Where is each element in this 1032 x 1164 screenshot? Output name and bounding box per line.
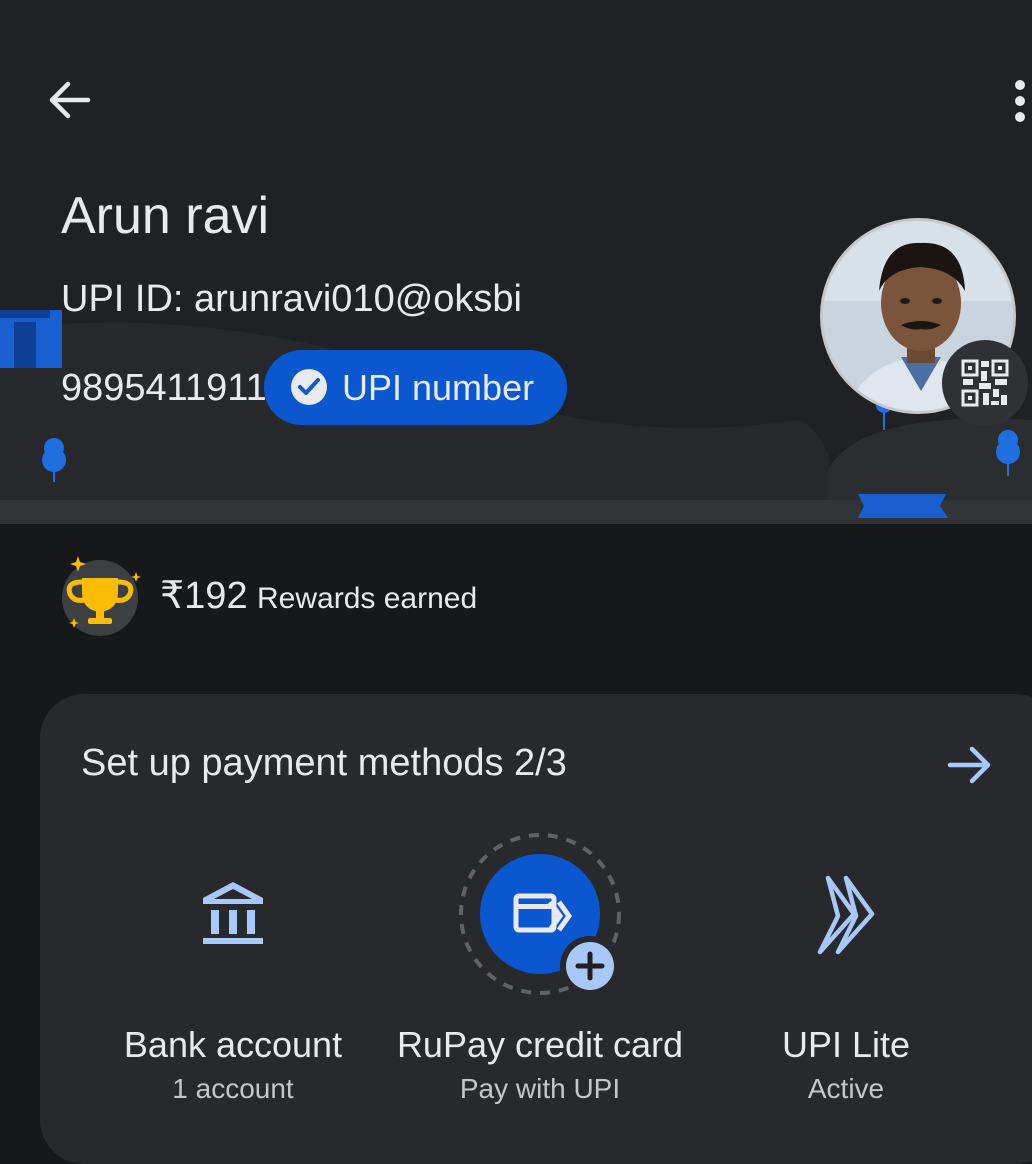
rupay-credit-card-option[interactable]: RuPay credit card Pay with UPI [384,833,696,1120]
add-plus-icon [560,936,620,996]
upi-number-label: UPI number [342,367,535,408]
qr-code-icon [961,359,1009,407]
bank-account-title: Bank account [123,1024,343,1065]
verified-check-icon [291,369,327,405]
rewards-amount: ₹192 [160,575,248,617]
more-options-button[interactable] [1004,76,1032,126]
upi-number-chip[interactable]: UPI number [264,350,567,425]
bank-icon [203,882,263,944]
rewards-label: Rewards earned [257,582,478,615]
arrow-forward-icon [947,746,991,784]
trophy-icon [62,556,141,636]
profile-header: Arun ravi UPI ID: arunravi010@oksbi 9895… [0,0,1032,524]
phone-number: 9895411911 [61,367,267,409]
upi-id-text[interactable]: UPI ID: arunravi010@oksbi [61,278,522,321]
back-arrow-icon [49,81,91,119]
bank-account-option[interactable]: Bank account 1 account [104,860,362,1120]
payment-setup-title: Set up payment methods 2/3 [81,742,567,784]
back-button[interactable] [40,74,100,126]
qr-code-button[interactable] [942,340,1028,426]
payment-setup-arrow-button[interactable] [944,740,994,790]
bank-account-subtitle: 1 account [172,1073,294,1104]
upi-lite-title: UPI Lite [781,1024,911,1065]
rupay-card-title: RuPay credit card [396,1024,684,1065]
profile-name: Arun ravi [61,187,270,245]
upi-lite-option[interactable]: UPI Lite Active [736,860,956,1120]
upi-lite-icon [817,875,875,955]
more-vert-icon [1015,80,1025,122]
rupay-card-subtitle: Pay with UPI [459,1073,621,1104]
upi-lite-subtitle: Active [807,1073,885,1104]
